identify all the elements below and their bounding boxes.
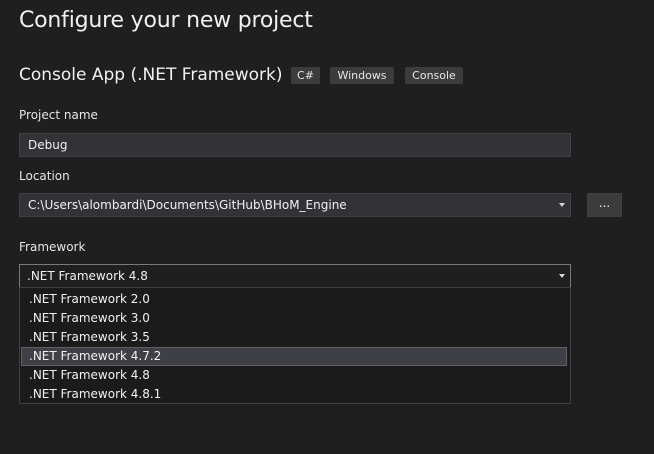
chevron-down-icon[interactable] — [559, 203, 565, 207]
framework-combobox[interactable]: .NET Framework 4.8 — [19, 264, 571, 288]
page-title: Configure your new project — [19, 8, 313, 33]
location-combobox[interactable]: C:\Users\alombardi\Documents\GitHub\BHoM… — [19, 193, 571, 217]
project-name-input[interactable] — [20, 134, 570, 156]
tag-console: Console — [405, 67, 463, 84]
browse-button[interactable]: ... — [587, 193, 622, 217]
project-name-field[interactable] — [19, 133, 571, 157]
framework-option[interactable]: .NET Framework 3.5 — [21, 328, 567, 347]
framework-option-hovered[interactable]: .NET Framework 4.7.2 — [21, 347, 567, 366]
framework-option[interactable]: .NET Framework 4.8.1 — [21, 385, 567, 404]
location-label: Location — [19, 169, 70, 183]
location-value: C:\Users\alombardi\Documents\GitHub\BHoM… — [28, 198, 347, 212]
configure-project-page: Configure your new project Console App (… — [0, 0, 654, 454]
chevron-down-icon[interactable] — [559, 274, 565, 278]
framework-selected-value: .NET Framework 4.8 — [27, 269, 148, 283]
tag-windows: Windows — [330, 67, 394, 84]
template-name: Console App (.NET Framework) — [19, 65, 283, 85]
framework-label: Framework — [19, 240, 86, 254]
framework-option[interactable]: .NET Framework 2.0 — [21, 290, 567, 309]
tag-csharp: C# — [291, 67, 320, 84]
project-name-label: Project name — [19, 108, 98, 122]
framework-dropdown-list: .NET Framework 2.0 .NET Framework 3.0 .N… — [19, 287, 571, 404]
framework-option[interactable]: .NET Framework 3.0 — [21, 309, 567, 328]
framework-option[interactable]: .NET Framework 4.8 — [21, 366, 567, 385]
